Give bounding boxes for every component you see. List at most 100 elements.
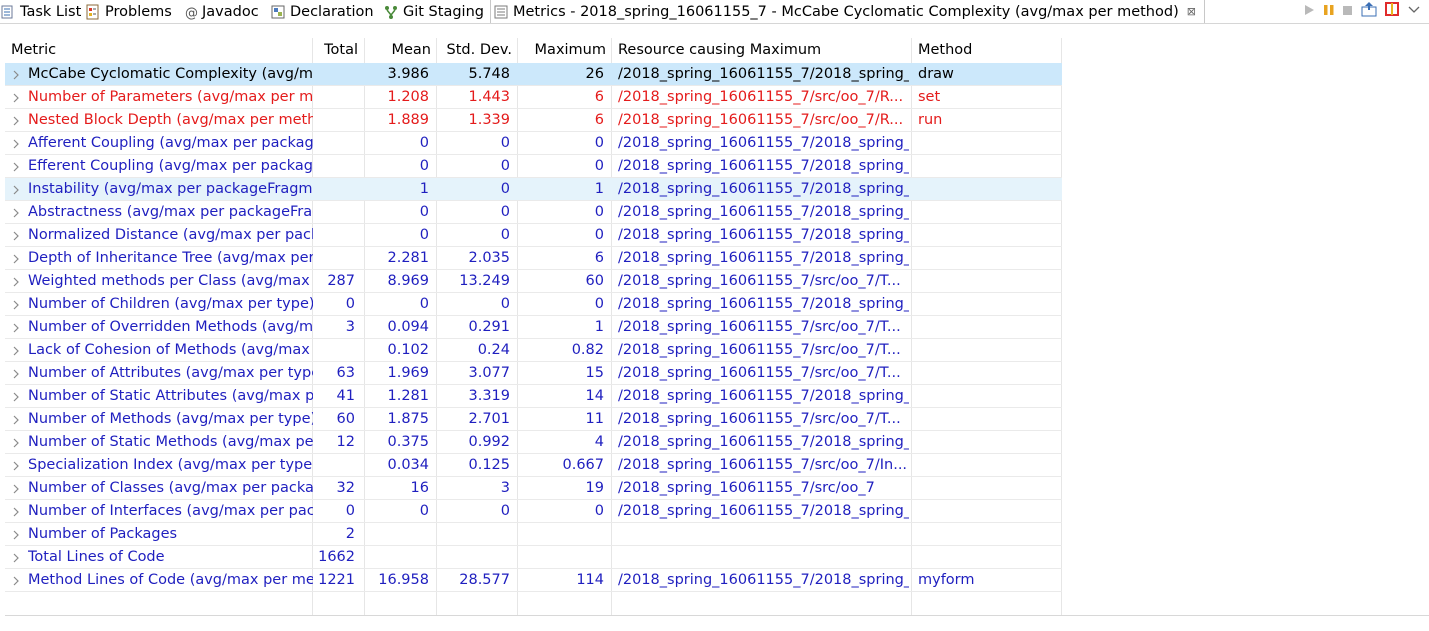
chevron-right-icon[interactable] bbox=[11, 63, 23, 85]
chevron-right-icon[interactable] bbox=[11, 293, 23, 315]
cell-metric: Method Lines of Code (avg/max per method… bbox=[28, 572, 313, 588]
tab-declaration[interactable]: Declaration bbox=[270, 0, 374, 23]
chevron-right-icon[interactable] bbox=[11, 247, 23, 269]
cell-metric: Lack of Cohesion of Methods (avg/max per… bbox=[28, 342, 313, 358]
cell-metric: Number of Children (avg/max per type) bbox=[28, 296, 313, 312]
cell-maximum: 19 bbox=[585, 480, 604, 496]
table-row[interactable]: Instability (avg/max per packageFragment… bbox=[5, 178, 1062, 201]
chevron-right-icon[interactable] bbox=[11, 408, 23, 430]
cell-resource: /2018_spring_16061155_7/2018_spring_1606… bbox=[618, 135, 909, 151]
table-row[interactable]: Number of Interfaces (avg/max per packag… bbox=[5, 500, 1062, 523]
table-row[interactable]: Method Lines of Code (avg/max per method… bbox=[5, 569, 1062, 592]
table-row[interactable]: Normalized Distance (avg/max per package… bbox=[5, 224, 1062, 247]
chevron-right-icon[interactable] bbox=[11, 339, 23, 361]
table-row[interactable]: McCabe Cyclomatic Complexity (avg/max pe… bbox=[5, 63, 1062, 86]
close-icon[interactable]: ⊠ bbox=[1187, 5, 1196, 18]
cell-maximum: 1 bbox=[594, 319, 604, 335]
chevron-right-icon[interactable] bbox=[11, 132, 23, 154]
table-row[interactable]: Weighted methods per Class (avg/max per … bbox=[5, 270, 1062, 293]
view-tab-bar: Task List Problems @ Javadoc Declaration… bbox=[0, 0, 1429, 24]
cell-method: myform bbox=[918, 572, 975, 588]
layout-icon[interactable] bbox=[1384, 1, 1400, 21]
chevron-right-icon[interactable] bbox=[11, 201, 23, 223]
chevron-right-icon[interactable] bbox=[11, 109, 23, 131]
column-header-metric[interactable]: Metric bbox=[11, 38, 306, 62]
cell-stddev: 1.339 bbox=[468, 112, 510, 128]
chevron-right-icon[interactable] bbox=[11, 316, 23, 338]
table-row[interactable]: Number of Classes (avg/max per packageFr… bbox=[5, 477, 1062, 500]
chevron-right-icon[interactable] bbox=[11, 224, 23, 246]
table-row[interactable]: Number of Static Attributes (avg/max per… bbox=[5, 385, 1062, 408]
cell-stddev: 0 bbox=[500, 135, 510, 151]
chevron-right-icon[interactable] bbox=[11, 431, 23, 453]
cell-method bbox=[918, 477, 1058, 499]
view-menu-icon[interactable] bbox=[1407, 2, 1421, 21]
table-row[interactable]: Nested Block Depth (avg/max per method) 1… bbox=[5, 109, 1062, 132]
cell-metric: McCabe Cyclomatic Complexity (avg/max pe… bbox=[28, 66, 313, 82]
column-header-resource[interactable]: Resource causing Maximum bbox=[618, 38, 908, 62]
table-row[interactable]: Specialization Index (avg/max per type) 0… bbox=[5, 454, 1062, 477]
table-row[interactable]: Number of Parameters (avg/max per method… bbox=[5, 86, 1062, 109]
cell-mean: 1 bbox=[419, 181, 429, 197]
table-row[interactable]: Abstractness (avg/max per packageFragmen… bbox=[5, 201, 1062, 224]
cell-method bbox=[918, 178, 1058, 200]
chevron-right-icon[interactable] bbox=[11, 500, 23, 522]
view-toolbar bbox=[1295, 0, 1429, 22]
chevron-right-icon[interactable] bbox=[11, 362, 23, 384]
table-row[interactable]: Lack of Cohesion of Methods (avg/max per… bbox=[5, 339, 1062, 362]
table-row[interactable]: Depth of Inheritance Tree (avg/max per t… bbox=[5, 247, 1062, 270]
cell-metric: Number of Interfaces (avg/max per packag… bbox=[28, 503, 313, 519]
table-row[interactable]: Total Lines of Code 1662 bbox=[5, 546, 1062, 569]
table-row[interactable]: Afferent Coupling (avg/max per packageFr… bbox=[5, 132, 1062, 155]
tab-metrics[interactable]: Metrics - 2018_spring_16061155_7 - McCab… bbox=[490, 0, 1205, 23]
column-header-stddev[interactable]: Std. Dev. bbox=[436, 38, 512, 62]
cell-resource: /2018_spring_16061155_7/src/oo_7 bbox=[618, 480, 875, 496]
column-header-method[interactable]: Method bbox=[918, 38, 1058, 62]
table-row[interactable]: Number of Packages 2 bbox=[5, 523, 1062, 546]
chevron-right-icon[interactable] bbox=[11, 270, 23, 292]
cell-mean: 16.958 bbox=[378, 572, 429, 588]
cell-mean: 0 bbox=[419, 204, 429, 220]
table-row[interactable]: Number of Overridden Methods (avg/max pe… bbox=[5, 316, 1062, 339]
table-row[interactable]: Number of Methods (avg/max per type) 60 1.… bbox=[5, 408, 1062, 431]
cell-maximum: 0 bbox=[594, 227, 604, 243]
cell-mean: 0.094 bbox=[387, 319, 429, 335]
table-row[interactable]: Number of Attributes (avg/max per type) 6… bbox=[5, 362, 1062, 385]
cell-metric: Abstractness (avg/max per packageFragmen… bbox=[28, 204, 313, 220]
table-row[interactable]: Efferent Coupling (avg/max per packageFr… bbox=[5, 155, 1062, 178]
chevron-right-icon[interactable] bbox=[11, 454, 23, 476]
cell-metric: Afferent Coupling (avg/max per packageFr… bbox=[28, 135, 313, 151]
tab-label: Git Staging bbox=[403, 3, 484, 20]
column-header-maximum[interactable]: Maximum bbox=[517, 38, 606, 62]
table-bottom-border bbox=[5, 615, 1429, 616]
chevron-right-icon[interactable] bbox=[11, 178, 23, 200]
chevron-right-icon[interactable] bbox=[11, 477, 23, 499]
play-icon[interactable] bbox=[1302, 2, 1316, 21]
cell-metric: Number of Attributes (avg/max per type) bbox=[28, 365, 313, 381]
chevron-right-icon[interactable] bbox=[11, 86, 23, 108]
export-icon[interactable] bbox=[1361, 1, 1377, 21]
table-row[interactable]: Number of Static Methods (avg/max per ty… bbox=[5, 431, 1062, 454]
cell-metric: Specialization Index (avg/max per type) bbox=[28, 457, 313, 473]
tab-git-staging[interactable]: Git Staging bbox=[383, 0, 484, 23]
stop-icon[interactable] bbox=[1342, 2, 1354, 21]
chevron-right-icon[interactable] bbox=[11, 523, 23, 545]
column-header-total[interactable]: Total bbox=[312, 38, 358, 62]
cell-metric: Weighted methods per Class (avg/max per … bbox=[28, 273, 313, 289]
cell-resource: /2018_spring_16061155_7/2018_spring_1606… bbox=[618, 572, 909, 588]
pause-icon[interactable] bbox=[1323, 2, 1335, 21]
cell-resource: /2018_spring_16061155_7/src/oo_7/T... bbox=[618, 319, 901, 335]
tab-javadoc[interactable]: @ Javadoc bbox=[184, 0, 259, 23]
tab-task-list[interactable]: Task List bbox=[0, 0, 81, 23]
cell-method bbox=[918, 132, 1058, 154]
tab-problems[interactable]: Problems bbox=[85, 0, 172, 23]
chevron-right-icon[interactable] bbox=[11, 385, 23, 407]
cell-resource: /2018_spring_16061155_7/2018_spring_1606… bbox=[618, 158, 909, 174]
cell-method bbox=[918, 500, 1058, 522]
chevron-right-icon[interactable] bbox=[11, 155, 23, 177]
table-row[interactable]: Number of Children (avg/max per type) 0 0 0… bbox=[5, 293, 1062, 316]
chevron-right-icon[interactable] bbox=[11, 569, 23, 591]
cell-total bbox=[312, 339, 360, 361]
column-header-mean[interactable]: Mean bbox=[364, 38, 431, 62]
chevron-right-icon[interactable] bbox=[11, 546, 23, 568]
